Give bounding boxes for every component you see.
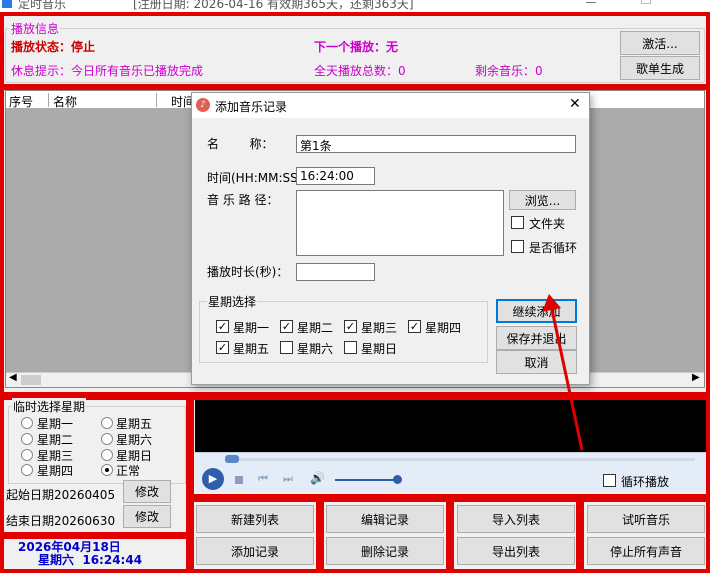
annotation-arrow <box>542 294 584 451</box>
